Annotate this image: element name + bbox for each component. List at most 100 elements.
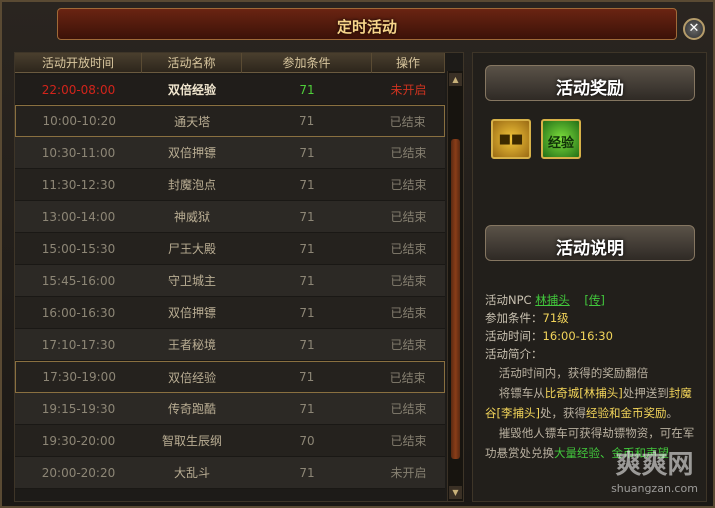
gold-coin-icon[interactable]: ■■ bbox=[491, 119, 531, 159]
intro-paragraph-1: 将镖车从比奇城[林捕头]处押送到封魔谷[李捕头]处，获得经验和金币奖励。 bbox=[485, 386, 692, 420]
row-condition: 71 bbox=[299, 241, 315, 256]
row-time: 10:30-11:00 bbox=[41, 145, 116, 160]
description-banner: 活动说明 bbox=[485, 225, 695, 261]
row-status: 已结束 bbox=[390, 146, 427, 160]
row-name: 守卫城主 bbox=[167, 274, 216, 288]
row-name: 尸王大殿 bbox=[167, 242, 216, 256]
row-name: 双倍押镖 bbox=[167, 306, 216, 320]
header-action: 操作 bbox=[372, 53, 445, 73]
row-condition: 71 bbox=[299, 177, 315, 192]
condition-value: 71级 bbox=[542, 311, 569, 325]
row-status: 已结束 bbox=[389, 114, 426, 129]
row-time: 16:00-16:30 bbox=[41, 305, 116, 320]
intro-highlight: 活动时间内，获得的奖励翻倍 bbox=[498, 366, 649, 380]
time-line: 活动时间：16:00-16:30 bbox=[485, 329, 613, 343]
npc-name-link[interactable]: 林捕头 bbox=[535, 293, 570, 307]
header-open-time: 活动开放时间 bbox=[15, 53, 142, 73]
table-row[interactable]: 15:45-16:00 守卫城主 71 已结束 bbox=[15, 265, 445, 297]
row-status: 已结束 bbox=[390, 338, 427, 352]
scroll-up-icon[interactable]: ▲ bbox=[449, 73, 462, 86]
row-status: 未开启 bbox=[390, 83, 427, 97]
row-time: 19:30-20:00 bbox=[41, 433, 116, 448]
row-status: 未开启 bbox=[390, 466, 427, 480]
row-condition: 71 bbox=[299, 337, 315, 352]
row-status: 已结束 bbox=[390, 402, 427, 416]
table-row[interactable]: 19:30-20:00 智取生辰纲 70 已结束 bbox=[15, 425, 445, 457]
row-condition: 71 bbox=[299, 305, 315, 320]
row-condition: 70 bbox=[299, 433, 315, 448]
row-condition: 71 bbox=[299, 209, 315, 224]
table-row[interactable]: 10:30-11:00 双倍押镖 71 已结束 bbox=[15, 137, 445, 169]
reward-banner: 活动奖励 bbox=[485, 65, 695, 101]
row-status: 已结束 bbox=[390, 306, 427, 320]
row-name: 双倍经验 bbox=[167, 83, 216, 97]
row-time: 20:00-20:20 bbox=[41, 465, 116, 480]
row-condition: 71 bbox=[299, 82, 315, 97]
table-row[interactable]: 11:30-12:30 封魔泡点 71 已结束 bbox=[15, 169, 445, 201]
row-status: 已结束 bbox=[390, 242, 427, 256]
table-row[interactable]: 15:00-15:30 尸王大殿 71 已结束 bbox=[15, 233, 445, 265]
row-time: 15:00-15:30 bbox=[41, 241, 116, 256]
row-name: 封魔泡点 bbox=[167, 178, 216, 192]
row-time: 13:00-14:00 bbox=[41, 209, 116, 224]
event-rows: 22:00-08:00 双倍经验 71 未开启 10:00-10:20 通天塔 … bbox=[15, 75, 445, 489]
table-row[interactable]: 19:15-19:30 传奇跑酷 71 已结束 bbox=[15, 393, 445, 425]
watermark-url: shuangzan.com bbox=[611, 482, 698, 495]
time-value: 16:00-16:30 bbox=[542, 329, 613, 343]
row-name: 王者秘境 bbox=[167, 338, 216, 352]
row-status: 已结束 bbox=[390, 274, 427, 288]
header-event-name: 活动名称 bbox=[142, 53, 242, 73]
table-scrollbar[interactable]: ▲ ▼ bbox=[447, 71, 463, 501]
row-status: 已结束 bbox=[389, 370, 426, 385]
row-status: 已结束 bbox=[390, 434, 427, 448]
row-status: 已结束 bbox=[390, 210, 427, 224]
condition-line: 参加条件：71级 bbox=[485, 311, 569, 325]
table-row[interactable]: 16:00-16:30 双倍押镖 71 已结束 bbox=[15, 297, 445, 329]
row-time: 10:00-10:20 bbox=[42, 114, 116, 128]
scroll-thumb[interactable] bbox=[451, 139, 460, 459]
row-time: 17:10-17:30 bbox=[41, 337, 116, 352]
row-condition: 71 bbox=[299, 401, 315, 416]
row-status: 已结束 bbox=[390, 178, 427, 192]
title-bar: 定时活动 bbox=[57, 8, 677, 40]
row-time: 11:30-12:30 bbox=[41, 177, 116, 192]
row-name: 智取生辰纲 bbox=[161, 434, 222, 448]
table-row[interactable]: 10:00-10:20 通天塔 71 已结束 bbox=[15, 105, 445, 137]
row-time: 17:30-19:00 bbox=[42, 370, 116, 384]
row-condition: 71 bbox=[299, 273, 315, 288]
row-condition: 71 bbox=[298, 114, 315, 128]
table-row[interactable]: 20:00-20:20 大乱斗 71 未开启 bbox=[15, 457, 445, 489]
close-icon: ✕ bbox=[688, 21, 700, 36]
npc-line: 活动NPC 林捕头 [传] bbox=[485, 293, 605, 307]
reward-exp-text: 经验 bbox=[547, 136, 574, 151]
timed-events-window: 定时活动 ✕ 活动开放时间 活动名称 参加条件 操作 22:00-08:00 双… bbox=[0, 0, 715, 508]
reward-title: 活动奖励 bbox=[556, 79, 624, 99]
row-name: 传奇跑酷 bbox=[167, 402, 216, 416]
table-row[interactable]: 13:00-14:00 神威狱 71 已结束 bbox=[15, 201, 445, 233]
exp-icon[interactable]: 经验 bbox=[541, 119, 581, 159]
description-title: 活动说明 bbox=[556, 239, 624, 259]
row-name: 双倍经验 bbox=[168, 370, 217, 385]
row-condition: 71 bbox=[298, 370, 315, 384]
row-time: 19:15-19:30 bbox=[41, 401, 116, 416]
intro-label: 活动简介： bbox=[485, 347, 543, 361]
event-description: 活动NPC 林捕头 [传] 参加条件：71级 活动时间：16:00-16:30 … bbox=[485, 291, 700, 463]
table-row[interactable]: 22:00-08:00 双倍经验 71 未开启 bbox=[15, 75, 445, 105]
scroll-down-icon[interactable]: ▼ bbox=[449, 486, 462, 499]
table-header: 活动开放时间 活动名称 参加条件 操作 bbox=[15, 53, 445, 73]
row-condition: 71 bbox=[299, 465, 315, 480]
close-button[interactable]: ✕ bbox=[683, 18, 705, 40]
table-row[interactable]: 17:10-17:30 王者秘境 71 已结束 bbox=[15, 329, 445, 361]
row-name: 神威狱 bbox=[173, 210, 210, 224]
table-row[interactable]: 17:30-19:00 双倍经验 71 已结束 bbox=[15, 361, 445, 393]
watermark-logo: 爽爽网 bbox=[615, 450, 694, 480]
row-time: 15:45-16:00 bbox=[41, 273, 116, 288]
row-name: 双倍押镖 bbox=[167, 146, 216, 160]
site-watermark: 爽爽网 shuangzan.com bbox=[592, 448, 715, 508]
npc-teleport-link[interactable]: [传] bbox=[584, 293, 604, 307]
row-time: 22:00-08:00 bbox=[41, 82, 116, 97]
window-title: 定时活动 bbox=[336, 18, 397, 36]
event-detail-panel: 活动奖励 ■■ 经验 活动说明 活动NPC 林捕头 [传] 参加条件：71级 活… bbox=[472, 52, 707, 502]
row-name: 大乱斗 bbox=[173, 466, 210, 480]
header-condition: 参加条件 bbox=[242, 53, 372, 73]
